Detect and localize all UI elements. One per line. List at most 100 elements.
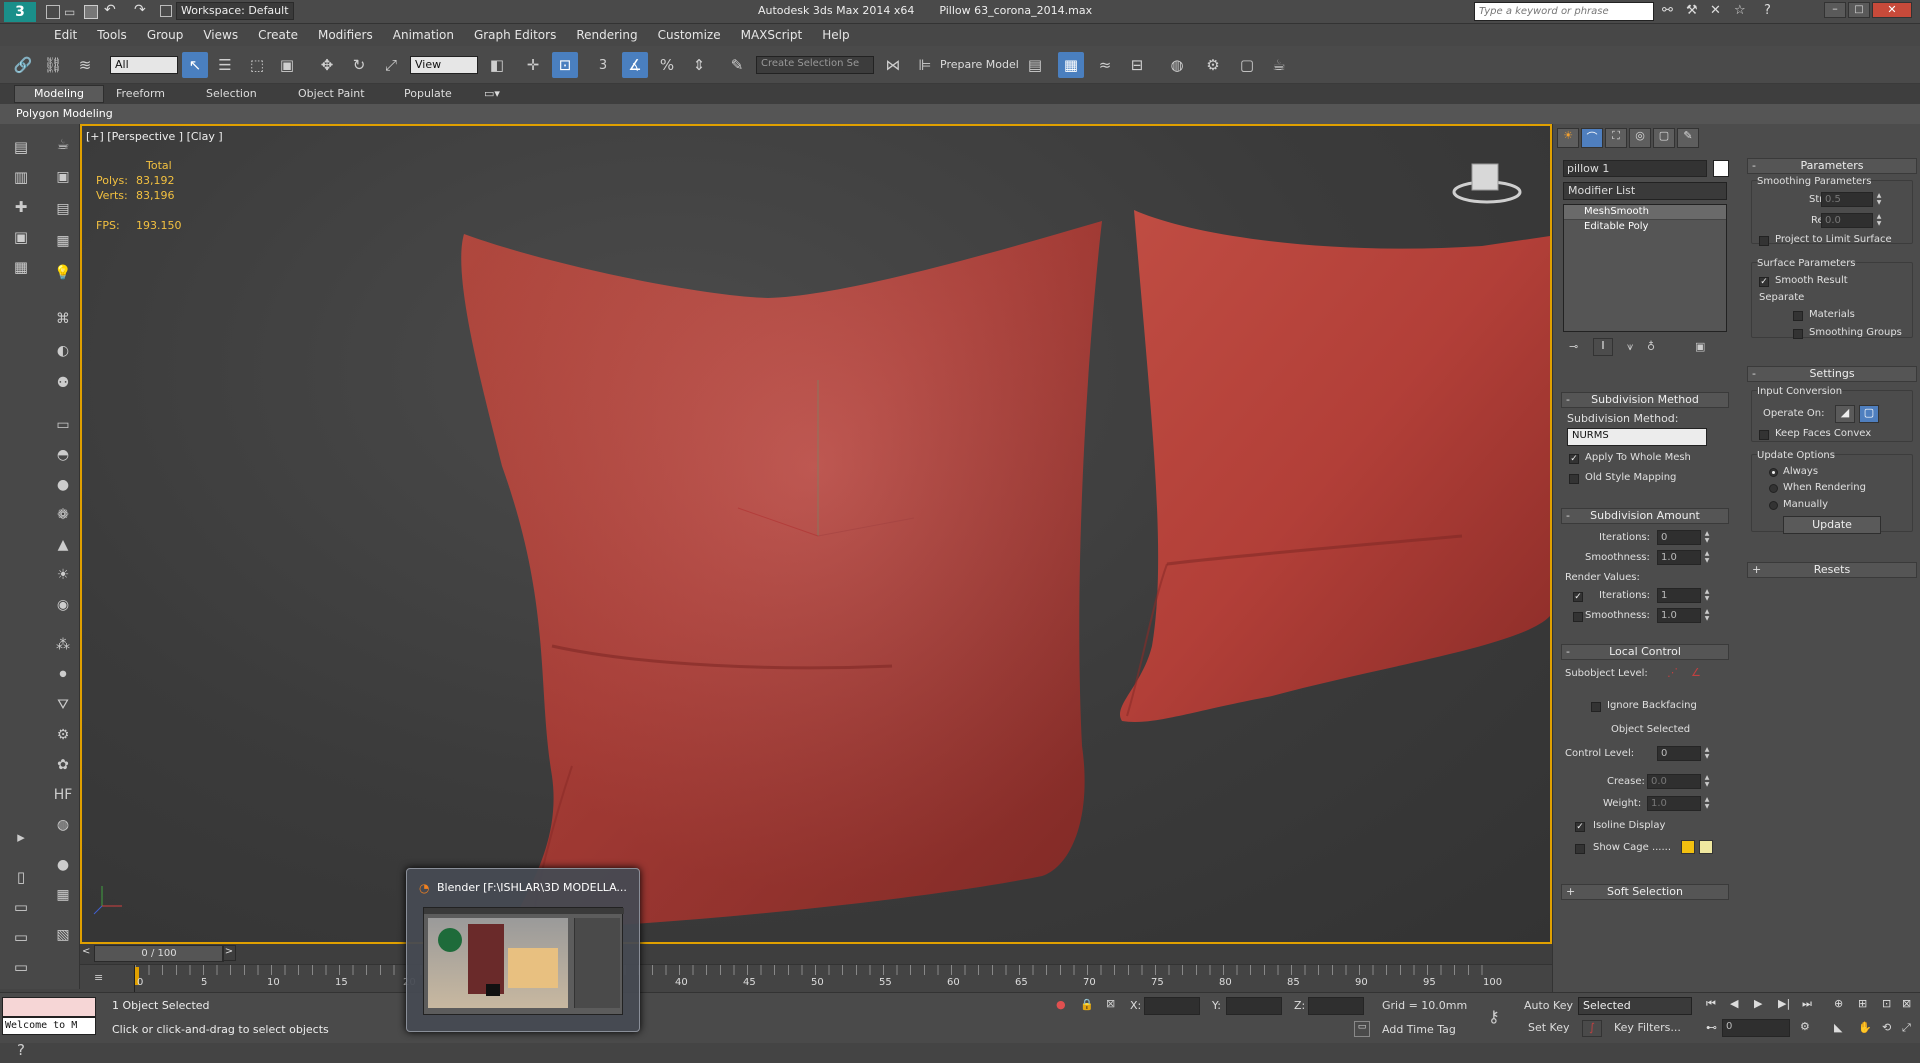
communication-icon[interactable]: ✕ <box>1710 3 1721 18</box>
hf-icon[interactable]: HF <box>52 784 74 806</box>
scale-icon[interactable]: ⤢ <box>378 52 404 78</box>
play-icon[interactable]: ▶ <box>1754 997 1762 1010</box>
add-time-tag-label[interactable]: Add Time Tag <box>1382 1023 1456 1036</box>
remove-modifier-icon[interactable]: ♁ <box>1647 340 1655 353</box>
checker-icon[interactable]: ▦ <box>52 884 74 906</box>
menu-create[interactable]: Create <box>248 24 308 46</box>
modifier-list-dropdown[interactable]: Modifier List <box>1563 182 1727 200</box>
light-bulb-icon[interactable]: 💡 <box>52 262 74 284</box>
separate-smoothing-groups-checkbox[interactable] <box>1793 329 1803 339</box>
time-tag-icon[interactable]: ▭ <box>1354 1021 1370 1037</box>
rect-selection-icon[interactable]: ⬚ <box>244 52 270 78</box>
orbit-icon[interactable]: ⟲ <box>1882 1021 1891 1034</box>
binoculars-icon[interactable]: ⚯ <box>1662 3 1673 18</box>
sun-icon[interactable]: ☀ <box>52 564 74 586</box>
grass-icon[interactable]: ✿ <box>52 754 74 776</box>
angle-snap-icon[interactable]: ∡ <box>622 52 648 78</box>
material-sphere-icon[interactable]: ● <box>52 854 74 876</box>
configure-sets-icon[interactable]: ▣ <box>1695 340 1705 353</box>
stack-item-meshsmooth[interactable]: MeshSmooth <box>1564 205 1726 220</box>
object-color-swatch[interactable] <box>1713 160 1729 177</box>
unlink-icon[interactable]: ⛓ <box>40 52 66 78</box>
spinner-snap-icon[interactable]: ⇕ <box>686 52 712 78</box>
modify-tab-icon[interactable]: ⌒ <box>1581 128 1603 148</box>
zoom-all-icon[interactable]: ⊞ <box>1858 997 1867 1010</box>
cloth-icon[interactable]: ⛛ <box>52 694 74 716</box>
weight-spinner[interactable]: ▲ ▼ <box>1703 796 1711 811</box>
menu-tools[interactable]: Tools <box>87 24 137 46</box>
render-production-icon[interactable]: ☕ <box>1266 52 1292 78</box>
app-logo-icon[interactable]: 3 <box>4 2 36 22</box>
workspace-dropdown[interactable]: Workspace: Default <box>176 2 294 20</box>
render-icon[interactable]: ▧ <box>52 924 74 946</box>
mirror-icon[interactable]: ⋈ <box>880 52 906 78</box>
camera-icon[interactable]: ⌘ <box>52 308 74 330</box>
update-always-radio[interactable] <box>1769 468 1778 477</box>
time-config-icon[interactable]: ⚙ <box>1800 1020 1810 1033</box>
pillow-right[interactable] <box>1119 210 1550 722</box>
ribbon-tab-freeform[interactable]: Freeform <box>116 87 165 100</box>
rollout-local-control[interactable]: - Local Control <box>1561 644 1729 660</box>
selection-filter-dropdown[interactable]: All <box>110 56 178 74</box>
set-key-button[interactable]: Set Key <box>1528 1021 1570 1034</box>
close-icon[interactable]: ✕ <box>1872 2 1912 18</box>
time-slider-thumb[interactable]: 0 / 100 <box>94 945 224 962</box>
align-icon[interactable]: ⊫ <box>912 52 938 78</box>
grid-icon[interactable]: ▦ <box>52 230 74 252</box>
schematic-view-icon[interactable]: ⊟ <box>1124 52 1150 78</box>
hair-icon[interactable]: ⁂ <box>52 634 74 656</box>
key-mode-toggle-icon[interactable]: ⊷ <box>1706 1021 1717 1034</box>
search-box[interactable]: Type a keyword or phrase <box>1474 2 1654 21</box>
ribbon-tab-selection[interactable]: Selection <box>206 87 257 100</box>
selection-lock-icon[interactable]: 🔒 <box>1080 998 1094 1011</box>
goto-start-icon[interactable]: ⏮ <box>1706 997 1716 1011</box>
show-end-result-icon[interactable]: Ⅰ <box>1593 338 1613 356</box>
prev-frame-icon[interactable]: ◀ <box>1730 997 1738 1010</box>
maximize-viewport-icon[interactable]: ⤢ <box>1902 1021 1911 1035</box>
key-filters-button[interactable]: Key Filters... <box>1614 1021 1681 1034</box>
link-icon[interactable]: 🔗 <box>10 52 36 78</box>
auto-key-button[interactable]: Auto Key <box>1524 999 1573 1012</box>
menu-customize[interactable]: Customize <box>648 24 731 46</box>
bind-spacewarp-icon[interactable]: ≋ <box>72 52 98 78</box>
cone-icon[interactable]: ▲ <box>52 534 74 556</box>
polygon-modeling-label[interactable]: Polygon Modeling <box>16 107 113 120</box>
crease-spinner[interactable]: ▲ ▼ <box>1703 774 1711 789</box>
taskbar-preview-popup[interactable]: ◔ Blender [F:\ISHLAR\3D MODELLA... <box>406 868 640 1032</box>
snaps-toggle-icon[interactable]: 3 <box>590 52 616 78</box>
old-style-mapping-checkbox[interactable] <box>1569 474 1579 484</box>
z-coord-field[interactable] <box>1308 997 1364 1015</box>
geosphere-icon[interactable]: ◉ <box>52 594 74 616</box>
rollout-parameters[interactable]: - Parameters <box>1747 158 1917 174</box>
layer-explorer-icon[interactable]: ▥ <box>8 164 34 190</box>
curve-editor-icon[interactable]: ≈ <box>1092 52 1118 78</box>
isolate-icon[interactable]: ● <box>1056 998 1066 1011</box>
render-iterations-field[interactable]: 1 <box>1657 588 1701 603</box>
control-level-spinner[interactable]: ▲ ▼ <box>1703 746 1711 761</box>
menu-rendering[interactable]: Rendering <box>566 24 647 46</box>
object-name-field[interactable]: pillow 1 <box>1563 160 1707 177</box>
menu-help[interactable]: Help <box>812 24 859 46</box>
favorites-icon[interactable]: ☆ <box>1734 3 1746 18</box>
subscription-icon[interactable]: ⚒ <box>1686 3 1698 18</box>
strength-field[interactable]: 0.5 <box>1821 192 1873 207</box>
menu-views[interactable]: Views <box>193 24 248 46</box>
viewcube[interactable] <box>1452 163 1522 204</box>
expand-arrow-icon[interactable]: ▸ <box>8 824 34 850</box>
redo-icon[interactable]: ↷ <box>134 2 146 18</box>
key-curve-icon[interactable]: ∫ <box>1582 1020 1602 1037</box>
smoothness-spinner[interactable]: ▲ ▼ <box>1703 550 1711 565</box>
y-coord-field[interactable] <box>1226 997 1282 1015</box>
shell-icon[interactable]: ◍ <box>52 814 74 836</box>
new-file-icon[interactable] <box>46 5 60 19</box>
motion-tab-icon[interactable]: ◎ <box>1629 128 1651 148</box>
viewport-layout-2-icon[interactable]: ▭ <box>8 894 34 920</box>
show-cage-checkbox[interactable] <box>1575 844 1585 854</box>
render-smoothness-checkbox[interactable] <box>1573 612 1583 622</box>
key-mode-dropdown[interactable]: Selected <box>1578 997 1692 1015</box>
menu-animation[interactable]: Animation <box>383 24 464 46</box>
hemisphere-icon[interactable]: ◓ <box>52 444 74 466</box>
smoothness-field[interactable]: 1.0 <box>1657 550 1701 565</box>
rollout-subdivision-amount[interactable]: - Subdivision Amount <box>1561 508 1729 524</box>
stack-item-editable-poly[interactable]: Editable Poly <box>1564 220 1726 235</box>
